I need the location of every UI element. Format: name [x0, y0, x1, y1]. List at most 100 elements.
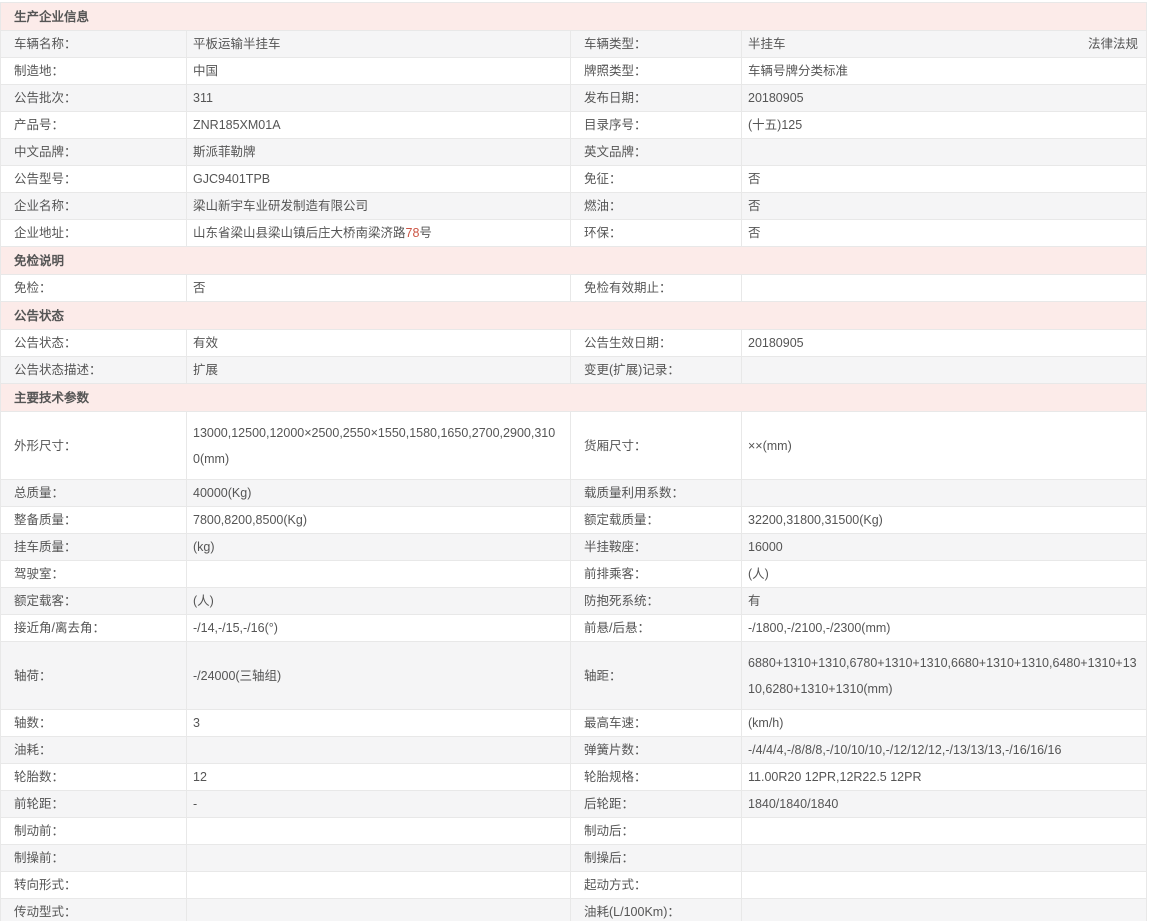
field-label-rear-track: 后轮距：: [571, 791, 742, 818]
table-row: 产品号： ZNR185XM01A 目录序号： (十五)125: [1, 112, 1147, 139]
section-manufacturer-info: 生产企业信息 车辆名称： 平板运输半挂车 车辆类型： 法律法规 半挂车 制造地：…: [1, 3, 1147, 247]
field-value-announce-status: 有效: [187, 330, 571, 357]
table-row: 油耗： 弹簧片数： -/4/4/4,-/8/8/8,-/10/10/10,-/1…: [1, 737, 1147, 764]
vehicle-type-text: 半挂车: [748, 37, 786, 51]
table-row: 接近角/离去角： -/14,-/15,-/16(°) 前悬/后悬： -/1800…: [1, 615, 1147, 642]
field-value-manufacture-place: 中国: [187, 58, 571, 85]
section-title: 免检说明: [1, 247, 1147, 275]
table-row: 制操前： 制操后：: [1, 845, 1147, 872]
table-row: 轮胎数： 12 轮胎规格： 11.00R20 12PR,12R22.5 12PR: [1, 764, 1147, 791]
address-highlight: 78: [406, 226, 420, 240]
field-label-rated-load: 额定载质量：: [571, 507, 742, 534]
field-label-status-description: 公告状态描述：: [1, 357, 187, 384]
field-value-front-track: -: [187, 791, 571, 818]
field-label-effective-date: 公告生效日期：: [571, 330, 742, 357]
field-label-front-passengers: 前排乘客：: [571, 561, 742, 588]
field-label-publish-date: 发布日期：: [571, 85, 742, 112]
field-label-brake-front: 制动前：: [1, 818, 187, 845]
section-title: 生产企业信息: [1, 3, 1147, 31]
field-value-abs: 有: [742, 588, 1147, 615]
field-value-exempt-valid-until: [742, 275, 1147, 302]
section-title: 公告状态: [1, 302, 1147, 330]
field-label-company-address: 企业地址：: [1, 220, 187, 247]
field-label-total-mass: 总质量：: [1, 480, 187, 507]
field-label-fuel: 燃油：: [571, 193, 742, 220]
field-value-trailer-weight: (kg): [187, 534, 571, 561]
field-label-max-speed: 最高车速：: [571, 710, 742, 737]
address-text: 号: [419, 226, 432, 240]
field-label-english-brand: 英文品牌：: [571, 139, 742, 166]
section-technical-parameters: 主要技术参数 外形尺寸： 13000,12500,12000×2500,2550…: [1, 384, 1147, 921]
field-value-curb-weight: 7800,8200,8500(Kg): [187, 507, 571, 534]
field-value-total-mass: 40000(Kg): [187, 480, 571, 507]
section-header-row: 公告状态: [1, 302, 1147, 330]
section-inspection-exemption: 免检说明 免检： 否 免检有效期止：: [1, 247, 1147, 302]
field-value-load-ratio: [742, 480, 1147, 507]
field-value-company-address: 山东省梁山县梁山镇后庄大桥南梁济路78号: [187, 220, 571, 247]
table-row: 免检： 否 免检有效期止：: [1, 275, 1147, 302]
field-value-transmission-type: [187, 899, 571, 921]
table-row: 轴荷： -/24000(三轴组) 轴距： 6880+1310+1310,6780…: [1, 642, 1147, 710]
field-label-dimensions: 外形尺寸：: [1, 412, 187, 480]
field-value-max-speed: (km/h): [742, 710, 1147, 737]
field-label-abs: 防抱死系统：: [571, 588, 742, 615]
field-value-vehicle-name: 平板运输半挂车: [187, 31, 571, 58]
field-value-fuel: 否: [742, 193, 1147, 220]
field-label-start-type: 起动方式：: [571, 872, 742, 899]
legal-regulations-link[interactable]: 法律法规: [1088, 31, 1138, 57]
field-value-brake-front: [187, 818, 571, 845]
field-value-plate-type: 车辆号牌分类标准: [742, 58, 1147, 85]
field-value-brake-rear: [742, 818, 1147, 845]
field-label-rated-passengers: 额定载客：: [1, 588, 187, 615]
field-label-trailer-weight: 挂车质量：: [1, 534, 187, 561]
field-label-announce-status: 公告状态：: [1, 330, 187, 357]
field-label-steering-type: 转向形式：: [1, 872, 187, 899]
field-value-tire-spec: 11.00R20 12PR,12R22.5 12PR: [742, 764, 1147, 791]
field-value-product-no: ZNR185XM01A: [187, 112, 571, 139]
field-label-tire-count: 轮胎数：: [1, 764, 187, 791]
table-row: 轴数： 3 最高车速： (km/h): [1, 710, 1147, 737]
field-value-fuel-consumption: [187, 737, 571, 764]
vehicle-info-page: 生产企业信息 车辆名称： 平板运输半挂车 车辆类型： 法律法规 半挂车 制造地：…: [0, 0, 1151, 921]
field-label-load-ratio: 载质量利用系数：: [571, 480, 742, 507]
field-value-tax-exempt: 否: [742, 166, 1147, 193]
field-value-fuel-per-100km: [742, 899, 1147, 921]
field-label-cargo-dimensions: 货厢尺寸：: [571, 412, 742, 480]
field-value-steering-type: [187, 872, 571, 899]
field-label-plate-type: 牌照类型：: [571, 58, 742, 85]
field-label-curb-weight: 整备质量：: [1, 507, 187, 534]
field-value-parking-brake-front: [187, 845, 571, 872]
field-value-effective-date: 20180905: [742, 330, 1147, 357]
field-label-wheelbase: 轴距：: [571, 642, 742, 710]
table-row: 整备质量： 7800,8200,8500(Kg) 额定载质量： 32200,31…: [1, 507, 1147, 534]
table-row: 挂车质量： (kg) 半挂鞍座： 16000: [1, 534, 1147, 561]
field-value-rear-track: 1840/1840/1840: [742, 791, 1147, 818]
field-value-tire-count: 12: [187, 764, 571, 791]
field-label-axle-count: 轴数：: [1, 710, 187, 737]
field-label-fifth-wheel: 半挂鞍座：: [571, 534, 742, 561]
field-label-vehicle-type: 车辆类型：: [571, 31, 742, 58]
field-value-approach-departure-angle: -/14,-/15,-/16(°): [187, 615, 571, 642]
spec-table: 生产企业信息 车辆名称： 平板运输半挂车 车辆类型： 法律法规 半挂车 制造地：…: [0, 2, 1147, 921]
table-row: 额定载客： (人) 防抱死系统： 有: [1, 588, 1147, 615]
table-row: 公告状态： 有效 公告生效日期： 20180905: [1, 330, 1147, 357]
field-value-company-name: 梁山新宇车业研发制造有限公司: [187, 193, 571, 220]
field-value-inspection-exempt: 否: [187, 275, 571, 302]
section-header-row: 免检说明: [1, 247, 1147, 275]
field-value-spring-leaves: -/4/4/4,-/8/8/8,-/10/10/10,-/12/12/12,-/…: [742, 737, 1147, 764]
field-label-environment: 环保：: [571, 220, 742, 247]
field-value-overhang: -/1800,-/2100,-/2300(mm): [742, 615, 1147, 642]
section-header-row: 主要技术参数: [1, 384, 1147, 412]
table-row: 前轮距： - 后轮距： 1840/1840/1840: [1, 791, 1147, 818]
field-label-change-record: 变更(扩展)记录：: [571, 357, 742, 384]
table-row: 企业地址： 山东省梁山县梁山镇后庄大桥南梁济路78号 环保： 否: [1, 220, 1147, 247]
field-value-wheelbase: 6880+1310+1310,6780+1310+1310,6680+1310+…: [742, 642, 1147, 710]
field-label-axle-load: 轴荷：: [1, 642, 187, 710]
field-label-spring-leaves: 弹簧片数：: [571, 737, 742, 764]
field-label-catalog-no: 目录序号：: [571, 112, 742, 139]
section-header-row: 生产企业信息: [1, 3, 1147, 31]
field-value-axle-load: -/24000(三轴组): [187, 642, 571, 710]
field-label-chinese-brand: 中文品牌：: [1, 139, 187, 166]
field-label-approach-departure-angle: 接近角/离去角：: [1, 615, 187, 642]
field-label-product-no: 产品号：: [1, 112, 187, 139]
